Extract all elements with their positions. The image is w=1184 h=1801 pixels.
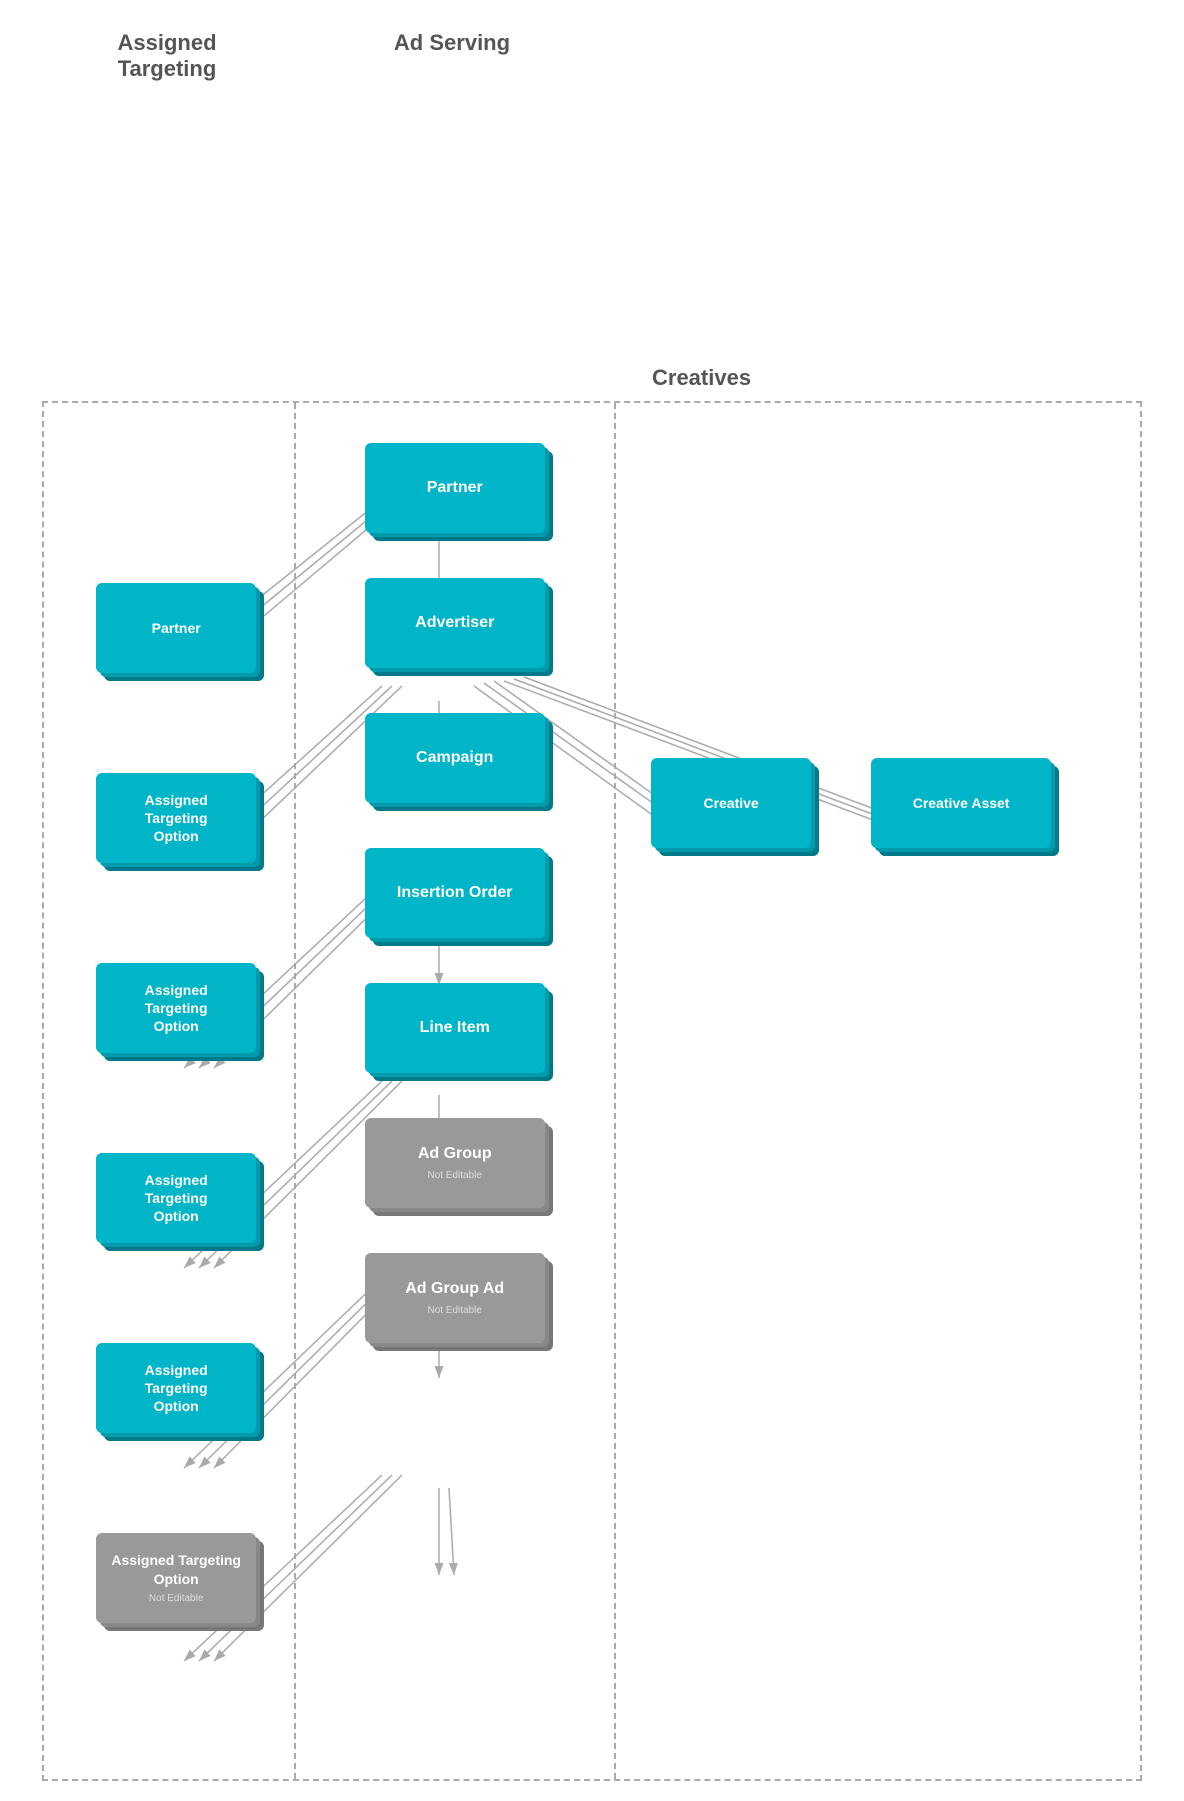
advertiser-front: Advertiser xyxy=(365,578,545,668)
ato-6-front: Assigned Targeting Option Not Editable xyxy=(96,1533,256,1623)
line-item-front: Line Item xyxy=(365,983,545,1073)
assigned-targeting-column: Partner AssignedTargetingOption Assigned… xyxy=(54,423,298,1759)
ad-group-not-editable: Not Editable xyxy=(427,1169,481,1182)
creatives-column: Creative Creative Asset xyxy=(611,423,1130,1759)
ad-group-ad-stack: Ad Group Ad Not Editable xyxy=(365,1253,545,1343)
ato-6-not-editable: Not Editable xyxy=(149,1592,203,1605)
ato-4-front: AssignedTargetingOption xyxy=(96,1153,256,1243)
ato-5-stack: AssignedTargetingOption xyxy=(96,1343,256,1433)
ato-3-stack: AssignedTargetingOption xyxy=(96,963,256,1053)
ato-5-front: AssignedTargetingOption xyxy=(96,1343,256,1433)
header-ad-serving: Ad Serving xyxy=(292,30,612,391)
header-creatives: Creatives xyxy=(612,30,1142,391)
ad-group-stack: Ad Group Not Editable xyxy=(365,1118,545,1208)
creative-stack: Creative xyxy=(651,758,811,848)
campaign-stack: Campaign xyxy=(365,713,545,803)
ato-1-stack: Partner xyxy=(96,583,256,673)
ato-1-front: Partner xyxy=(96,583,256,673)
line-item-stack: Line Item xyxy=(365,983,545,1073)
ad-group-front: Ad Group Not Editable xyxy=(365,1118,545,1208)
diagram-container: AssignedTargeting Ad Serving Creatives xyxy=(42,20,1142,1781)
header-assigned-targeting: AssignedTargeting xyxy=(42,30,292,391)
ato-6-stack: Assigned Targeting Option Not Editable xyxy=(96,1533,256,1623)
ato-4-stack: AssignedTargetingOption xyxy=(96,1153,256,1243)
ato-3-front: AssignedTargetingOption xyxy=(96,963,256,1053)
partner-stack: Partner xyxy=(365,443,545,533)
partner-front: Partner xyxy=(365,443,545,533)
advertiser-stack: Advertiser xyxy=(365,578,545,668)
ato-2-front: AssignedTargetingOption xyxy=(96,773,256,863)
insertion-order-front: Insertion Order xyxy=(365,848,545,938)
ad-serving-column: Partner Advertiser Campaign Insertion Or… xyxy=(298,423,611,1759)
ad-group-ad-front: Ad Group Ad Not Editable xyxy=(365,1253,545,1343)
column-headers: AssignedTargeting Ad Serving Creatives xyxy=(42,30,1142,391)
creative-front: Creative xyxy=(651,758,811,848)
creative-asset-stack: Creative Asset xyxy=(871,758,1051,848)
diagram-body: Partner AssignedTargetingOption Assigned… xyxy=(42,401,1142,1781)
insertion-order-stack: Insertion Order xyxy=(365,848,545,938)
creative-asset-front: Creative Asset xyxy=(871,758,1051,848)
creatives-row: Creative Creative Asset xyxy=(651,758,1051,848)
ato-2-stack: AssignedTargetingOption xyxy=(96,773,256,863)
campaign-front: Campaign xyxy=(365,713,545,803)
ad-group-ad-not-editable: Not Editable xyxy=(427,1304,481,1317)
